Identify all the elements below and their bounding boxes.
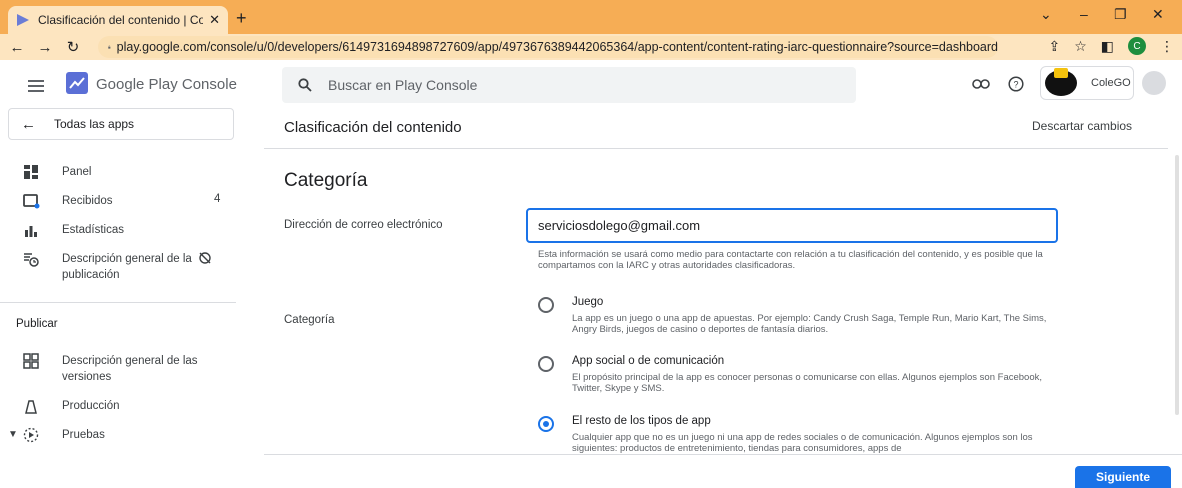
toolbar-icons: ⇪ ☆ ◧ C ⋮ bbox=[1048, 37, 1174, 55]
close-tab-icon[interactable]: ✕ bbox=[209, 12, 220, 28]
radio-social[interactable] bbox=[538, 356, 554, 372]
lock-icon bbox=[108, 45, 111, 49]
sidebar-divider bbox=[0, 302, 236, 303]
search-icon bbox=[298, 78, 312, 92]
reload-icon[interactable]: ↻ bbox=[62, 38, 84, 56]
bookmark-star-icon[interactable]: ☆ bbox=[1074, 38, 1087, 55]
bar-chart-icon bbox=[25, 226, 37, 237]
browser-tab[interactable]: Clasificación del contenido | Cole ✕ bbox=[8, 6, 228, 34]
menu-kebab-icon[interactable]: ⋮ bbox=[1160, 38, 1174, 55]
option-description: La app es un juego o una app de apuestas… bbox=[572, 313, 1047, 335]
arrow-back-icon: ← bbox=[21, 115, 36, 133]
section-title: Categoría bbox=[284, 170, 368, 191]
account-name: ColeGO bbox=[1091, 77, 1131, 89]
discard-changes-button[interactable]: Descartar cambios bbox=[1032, 119, 1132, 133]
new-tab-icon[interactable]: + bbox=[236, 8, 247, 29]
sidebar-item-releases-overview[interactable]: Descripción general de las versiones bbox=[22, 353, 222, 385]
sidebar-item-label: Panel bbox=[62, 166, 92, 178]
hamburger-menu-icon[interactable] bbox=[28, 80, 44, 92]
radio-other-selected[interactable] bbox=[538, 416, 554, 432]
all-apps-label: Todas las apps bbox=[54, 117, 135, 131]
sidebar-section-publish: Publicar bbox=[16, 318, 58, 330]
header-divider bbox=[264, 148, 1168, 149]
expand-arrow-icon[interactable]: ▼ bbox=[8, 429, 18, 440]
brand-name: Google Play Console bbox=[96, 76, 237, 93]
option-title: App social o de comunicación bbox=[572, 355, 725, 367]
option-title: Juego bbox=[572, 296, 604, 308]
play-console-favicon-icon bbox=[17, 14, 29, 26]
email-help-text: Esta información se usará como medio par… bbox=[538, 249, 1043, 271]
browser-toolbar: ← → ↻ play.google.com/console/u/0/develo… bbox=[0, 34, 1182, 60]
releases-icon bbox=[23, 353, 39, 369]
browser-tab-strip: Clasificación del contenido | Cole ✕ + ⌄… bbox=[0, 0, 1182, 34]
footer-divider bbox=[264, 454, 1182, 455]
tab-title: Clasificación del contenido | Cole bbox=[38, 13, 204, 27]
category-label: Categoría bbox=[284, 314, 335, 326]
sidebar-item-label: Descripción general de la publicación bbox=[62, 253, 192, 281]
forward-icon[interactable]: → bbox=[34, 39, 56, 56]
account-switcher[interactable]: ColeGO bbox=[1040, 66, 1134, 100]
sidebar-item-label: Producción bbox=[62, 400, 120, 412]
sidebar-item-inbox[interactable]: Recibidos bbox=[22, 193, 113, 209]
play-console-logo-icon bbox=[66, 72, 88, 94]
email-field[interactable] bbox=[526, 208, 1058, 243]
restore-icon[interactable]: ❐ bbox=[1114, 6, 1127, 23]
production-icon bbox=[25, 400, 37, 414]
dashboard-icon bbox=[24, 165, 38, 179]
inbox-count-badge: 4 bbox=[214, 193, 221, 205]
back-icon[interactable]: ← bbox=[6, 39, 28, 56]
inbox-icon bbox=[23, 194, 40, 209]
close-window-icon[interactable]: ✕ bbox=[1152, 6, 1164, 23]
help-icon[interactable]: ? bbox=[1008, 76, 1024, 92]
sidebar-item-label: Recibidos bbox=[62, 195, 113, 207]
tab-search-icon[interactable]: ⌄ bbox=[1040, 6, 1052, 23]
sidebar-item-label: Descripción general de las versiones bbox=[62, 355, 198, 383]
option-description: Cualquier app que no es un juego ni una … bbox=[572, 432, 1033, 453]
side-panel-icon[interactable]: ◧ bbox=[1101, 38, 1114, 55]
scrollbar[interactable] bbox=[1175, 155, 1179, 415]
link-icon[interactable] bbox=[972, 78, 990, 90]
radio-game[interactable] bbox=[538, 297, 554, 313]
address-bar[interactable]: play.google.com/console/u/0/developers/6… bbox=[98, 36, 998, 58]
user-avatar[interactable] bbox=[1142, 71, 1166, 95]
email-label: Dirección de correo electrónico bbox=[284, 219, 443, 231]
sync-disabled-icon bbox=[199, 252, 211, 264]
app-header: Google Play Console Buscar en Play Conso… bbox=[0, 60, 1182, 114]
share-icon[interactable]: ⇪ bbox=[1048, 38, 1060, 55]
sidebar-item-label: Pruebas bbox=[62, 429, 105, 441]
publishing-icon bbox=[24, 253, 39, 267]
search-bar[interactable]: Buscar en Play Console bbox=[282, 67, 856, 103]
page-title: Clasificación del contenido bbox=[284, 119, 462, 136]
sidebar-item-production[interactable]: Producción bbox=[22, 398, 120, 414]
sidebar-item-panel[interactable]: Panel bbox=[22, 164, 91, 180]
sidebar: ← Todas las apps Panel Recibidos 4 Estad… bbox=[0, 108, 250, 454]
developer-logo bbox=[1045, 68, 1077, 96]
sidebar-item-label: Estadísticas bbox=[62, 224, 124, 236]
option-description: El propósito principal de la app es cono… bbox=[572, 372, 1042, 394]
sidebar-item-testing[interactable]: Pruebas bbox=[22, 427, 105, 443]
minimize-icon[interactable]: – bbox=[1080, 6, 1088, 22]
next-button[interactable]: Siguiente bbox=[1075, 466, 1171, 488]
sidebar-item-statistics[interactable]: Estadísticas bbox=[22, 222, 124, 238]
all-apps-button[interactable]: ← Todas las apps bbox=[8, 108, 234, 140]
testing-icon bbox=[23, 427, 39, 443]
profile-avatar[interactable]: C bbox=[1128, 37, 1146, 55]
search-placeholder: Buscar en Play Console bbox=[328, 77, 478, 93]
option-other[interactable]: El resto de los tipos de app Cualquier a… bbox=[538, 415, 1068, 453]
url-text: play.google.com/console/u/0/developers/6… bbox=[116, 40, 998, 54]
option-title: El resto de los tipos de app bbox=[572, 415, 711, 427]
svg-text:?: ? bbox=[1013, 80, 1018, 90]
sidebar-item-publishing-overview[interactable]: Descripción general de la publicación bbox=[22, 251, 212, 283]
